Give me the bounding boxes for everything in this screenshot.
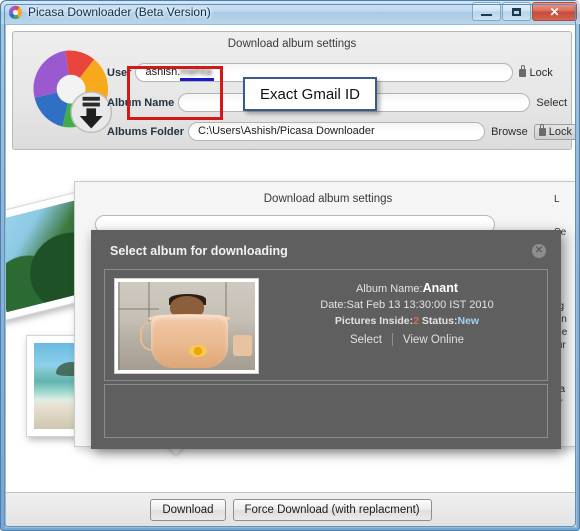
- album-thumbnail: [114, 278, 259, 374]
- force-download-button[interactable]: Force Download (with replacment): [232, 499, 432, 521]
- albums-folder-lock-label: Lock: [548, 125, 572, 138]
- action-divider: [391, 333, 393, 346]
- album-name-row: Album Name:Anant: [275, 280, 539, 297]
- pictures-inside-label: Pictures Inside:: [334, 315, 414, 327]
- album-list-item[interactable]: Album Name:Anant Date:Sat Feb 13 13:30:0…: [104, 269, 548, 381]
- picasa-logo-icon: [8, 5, 23, 20]
- album-date-value: Sat Feb 13 13:30:00 IST 2010: [346, 299, 494, 311]
- album-view-online-link[interactable]: View Online: [403, 334, 464, 346]
- download-button[interactable]: Download: [150, 499, 226, 521]
- lock-icon: [519, 64, 527, 77]
- browse-button[interactable]: Browse: [491, 126, 528, 138]
- ghost-panel-title: Download album settings: [263, 193, 393, 205]
- albums-folder-field-row: Albums Folder C:\Users\Ashish/Picasa Dow…: [107, 121, 576, 142]
- album-metadata: Album Name:Anant Date:Sat Feb 13 13:30:0…: [275, 280, 539, 329]
- force-download-button-label: Force Download (with replacment): [244, 504, 420, 516]
- pictures-inside-value: 2: [413, 315, 419, 327]
- status-label: Status:: [421, 315, 458, 327]
- baby-in-bucket-photo: [118, 282, 255, 370]
- close-icon: ✕: [549, 4, 560, 19]
- minimize-icon: [481, 13, 492, 16]
- status-badge: New: [457, 315, 480, 327]
- close-button[interactable]: ✕: [532, 2, 577, 21]
- albums-folder-input[interactable]: C:\Users\Ashish/Picasa Downloader: [188, 122, 486, 141]
- browse-label: Browse: [491, 125, 528, 138]
- album-date-row: Date:Sat Feb 13 13:30:00 IST 2010: [275, 297, 539, 313]
- album-list-item-empty[interactable]: [104, 384, 548, 438]
- albums-folder-field-label: Albums Folder: [107, 125, 185, 138]
- dialog-header: Select album for downloading ✕: [91, 230, 561, 269]
- title-bar[interactable]: Picasa Downloader (Beta Version) ✕: [1, 1, 580, 24]
- footer-bar: Download Force Download (with replacment…: [6, 492, 576, 527]
- dialog-close-icon[interactable]: ✕: [532, 244, 546, 258]
- select-album-dialog: Select album for downloading ✕ Album Nam…: [91, 230, 561, 449]
- close-glyph: ✕: [534, 245, 544, 256]
- maximize-icon: [512, 7, 521, 16]
- annotation-callout: Exact Gmail ID: [243, 77, 377, 111]
- minimize-button[interactable]: [472, 2, 501, 21]
- user-lock-button[interactable]: Lock: [519, 64, 553, 79]
- album-date-label: Date:: [320, 299, 347, 311]
- window-controls: ✕: [472, 2, 577, 21]
- download-button-label: Download: [162, 504, 214, 516]
- album-select-label: Select: [536, 96, 567, 109]
- album-select-link[interactable]: Select: [350, 334, 382, 346]
- album-name-label: Album Name:: [355, 283, 423, 295]
- client-area: Download album settings User ashish.meht…: [5, 24, 577, 528]
- album-action-links: Select View Online: [275, 333, 539, 346]
- albums-folder-lock-button[interactable]: Lock: [533, 123, 576, 140]
- dialog-title: Select album for downloading: [110, 244, 288, 258]
- window-title: Picasa Downloader (Beta Version): [28, 5, 211, 19]
- download-badge-icon: [70, 91, 113, 134]
- albums-folder-value: C:\Users\Ashish/Picasa Downloader: [198, 125, 375, 137]
- window-frame: Picasa Downloader (Beta Version) ✕ Downl…: [0, 0, 580, 531]
- album-select-button[interactable]: Select: [536, 97, 567, 109]
- album-name-value: Anant: [422, 281, 459, 295]
- annotation-callout-text: Exact Gmail ID: [259, 85, 361, 103]
- application-window: Picasa Downloader (Beta Version) ✕ Downl…: [0, 0, 580, 531]
- album-stats-row: Pictures Inside:2 Status:New: [275, 313, 539, 329]
- user-lock-label: Lock: [529, 66, 553, 79]
- maximize-button[interactable]: [502, 2, 531, 21]
- lock-icon: [538, 123, 546, 136]
- annotation-highlight-box: [127, 66, 223, 120]
